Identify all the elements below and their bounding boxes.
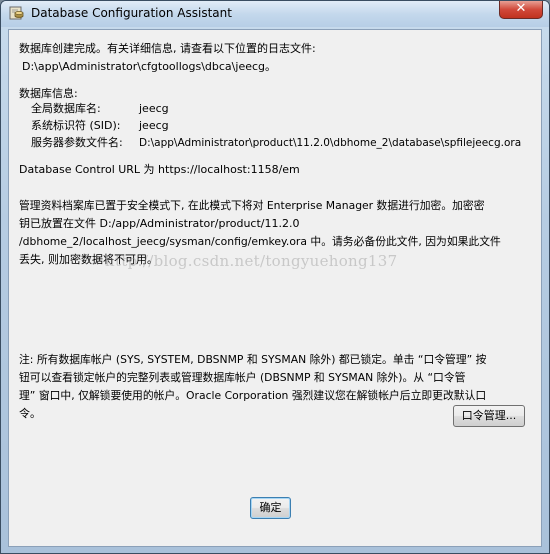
repo-text-line3: /dbhome_2/localhost_jeecg/sysman/config/… [19,235,501,248]
sid-label: 系统标识符 (SID): [31,119,121,132]
dbinfo-heading: 数据库信息: [19,87,78,100]
repo-text-line2: 钥已放置在文件 D:/app/Administrator/product/11.… [19,217,300,230]
note-text-line2: 钮可以查看锁定帐户的完整列表或管理数据库帐户 (DBSNMP 和 SYSMAN … [19,371,466,384]
close-icon: ✕ [515,1,527,16]
log-file-path: D:\app\Administrator\cfgtoollogs\dbca\je… [22,60,277,73]
password-management-button[interactable]: 口令管理... [453,405,525,427]
ok-button[interactable]: 确定 [250,497,291,519]
note-text-line4: 令。 [19,407,41,420]
spfile-value: D:\app\Administrator\product\11.2.0\dbho… [139,137,522,149]
dbca-window: Database Configuration Assistant ✕ 数据库创建… [0,0,550,554]
window-title: Database Configuration Assistant [31,6,232,20]
note-text-line3: 理” 窗口中, 仅解锁要使用的帐户。Oracle Corporation 强烈建… [19,389,487,402]
global-name-value: jeecg [139,102,169,115]
repo-text-line1: 管理资料档案库已置于安全模式下, 在此模式下将对 Enterprise Mana… [19,199,485,212]
close-button[interactable]: ✕ [499,1,543,19]
dbca-app-icon [9,6,24,20]
db-control-url: Database Control URL 为 https://localhost… [19,163,300,176]
intro-text-line1: 数据库创建完成。有关详细信息, 请查看以下位置的日志文件: [19,42,316,55]
global-name-label: 全局数据库名: [31,102,101,115]
watermark-url: http://blog.csdn.net/tongyuehong137 [105,252,398,270]
spfile-label: 服务器参数文件名: [31,136,123,149]
title-bar[interactable]: Database Configuration Assistant ✕ [1,1,549,27]
sid-value: jeecg [139,119,169,132]
note-text-line1: 注: 所有数据库帐户 (SYS, SYSTEM, DBSNMP 和 SYSMAN… [19,353,487,366]
